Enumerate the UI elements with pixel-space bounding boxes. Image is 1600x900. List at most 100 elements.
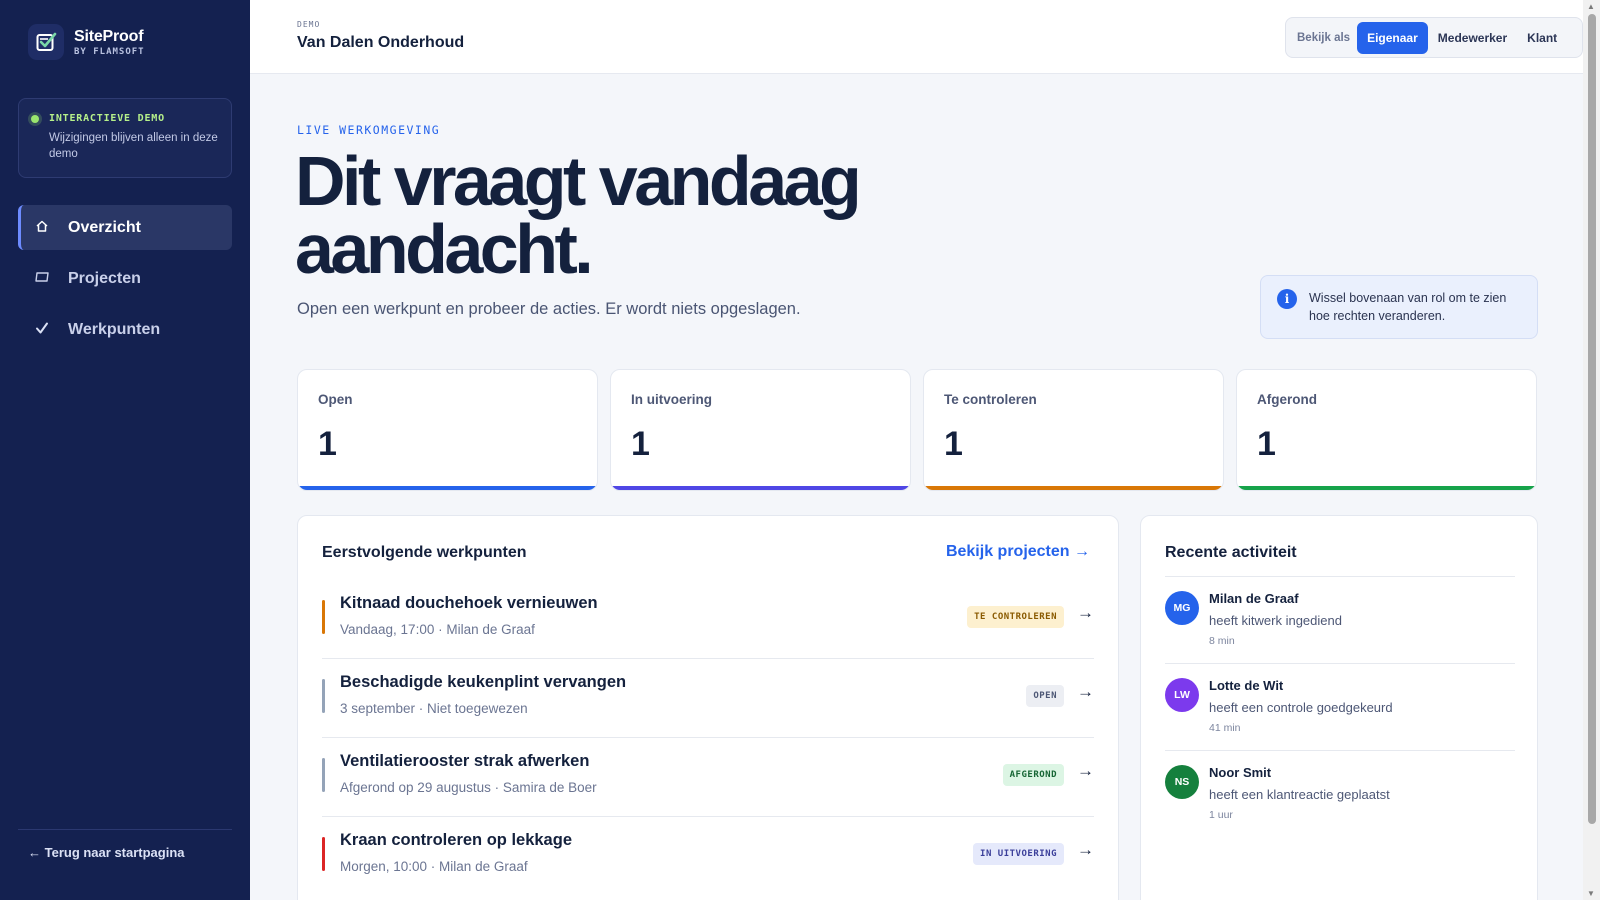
- stat-accent-bar: [924, 486, 1223, 490]
- sidebar-divider: [18, 829, 232, 830]
- stat-value: 1: [944, 425, 963, 463]
- avatar: MG: [1165, 591, 1199, 625]
- task-meta: Morgen, 10:00 · Milan de Graaf: [340, 859, 528, 874]
- demo-notice-text: Wijzigingen blijven alleen in deze demo: [49, 132, 218, 160]
- activity-time: 41 min: [1209, 722, 1241, 734]
- sidebar-item-werkpunten[interactable]: Werkpunten: [18, 307, 232, 352]
- avatar: LW: [1165, 678, 1199, 712]
- demo-notice-title: INTERACTIEVE DEMO: [49, 113, 165, 124]
- siteproof-logo-icon: [28, 24, 64, 60]
- stat-card-in-uitvoering[interactable]: In uitvoering 1: [610, 369, 911, 491]
- activity-time: 1 uur: [1209, 809, 1233, 821]
- panel-title: Recente activiteit: [1165, 544, 1297, 561]
- task-priority-bar: [322, 600, 325, 634]
- task-title: Kitnaad douchehoek vernieuwen: [340, 594, 598, 612]
- stat-label: Te controleren: [944, 392, 1037, 407]
- task-row[interactable]: Beschadigde keukenplint vervangen 3 sept…: [322, 659, 1094, 738]
- top-header: DEMO Van Dalen Onderhoud Bekijk als Eige…: [250, 0, 1583, 74]
- status-badge: AFGEROND: [1002, 764, 1064, 786]
- task-meta: Vandaag, 17:00 · Milan de Graaf: [340, 622, 535, 637]
- activity-time: 8 min: [1209, 635, 1235, 647]
- stat-accent-bar: [611, 486, 910, 490]
- sidebar-item-projecten[interactable]: Projecten: [18, 256, 232, 301]
- role-switcher: Bekijk als Eigenaar Medewerker Klant: [1285, 17, 1583, 58]
- hero-subtitle: Open een werkpunt en probeer de acties. …: [297, 300, 801, 318]
- stat-value: 1: [631, 425, 650, 463]
- brand[interactable]: SiteProof BY FLAMSOFT: [28, 24, 145, 60]
- page-scrollbar[interactable]: ▲ ▼: [1583, 0, 1600, 900]
- brand-subtitle: BY FLAMSOFT: [74, 46, 145, 57]
- stat-value: 1: [318, 425, 337, 463]
- sidebar: SiteProof BY FLAMSOFT INTERACTIEVE DEMO …: [0, 0, 250, 900]
- sidebar-item-label: Overzicht: [68, 218, 141, 236]
- task-title: Beschadigde keukenplint vervangen: [340, 673, 627, 691]
- check-icon: [34, 321, 50, 338]
- stat-label: In uitvoering: [631, 392, 712, 407]
- role-medewerker-button[interactable]: Medewerker: [1428, 22, 1517, 54]
- activity-description: heeft een klantreactie geplaatst: [1209, 787, 1390, 802]
- panel-title: Eerstvolgende werkpunten: [322, 544, 527, 561]
- scroll-up-icon[interactable]: ▲: [1587, 2, 1595, 11]
- task-row[interactable]: Kitnaad douchehoek vernieuwen Vandaag, 1…: [322, 580, 1094, 659]
- role-info-text: Wissel bovenaan van rol om te zien hoe r…: [1309, 291, 1507, 323]
- task-title: Ventilatierooster strak afwerken: [340, 752, 590, 770]
- arrow-right-icon[interactable]: →: [1077, 761, 1094, 781]
- task-title: Kraan controleren op lekkage: [340, 831, 572, 849]
- stat-value: 1: [1257, 425, 1276, 463]
- sidebar-item-label: Werkpunten: [68, 320, 161, 338]
- task-meta: Afgerond op 29 augustus · Samira de Boer: [340, 780, 597, 795]
- task-priority-bar: [322, 679, 325, 713]
- status-badge: OPEN: [1026, 685, 1064, 707]
- arrow-right-icon[interactable]: →: [1077, 682, 1094, 702]
- role-eigenaar-button[interactable]: Eigenaar: [1357, 21, 1428, 54]
- activity-item: MG Milan de Graaf heeft kitwerk ingedien…: [1165, 577, 1515, 663]
- sidebar-nav: Overzicht Projecten Werkpunten: [18, 205, 232, 358]
- stat-accent-bar: [298, 486, 597, 490]
- hero-title-line: Dit vraagt vandaag: [295, 142, 862, 220]
- role-switcher-label: Bekijk als: [1297, 31, 1351, 44]
- avatar: NS: [1165, 765, 1199, 799]
- workspace-title: Van Dalen Onderhoud: [297, 34, 465, 51]
- upcoming-tasks-panel: Eerstvolgende werkpunten Bekijk projecte…: [297, 515, 1119, 900]
- stat-label: Afgerond: [1257, 392, 1317, 407]
- arrow-right-icon[interactable]: →: [1077, 840, 1094, 860]
- status-badge: IN UITVOERING: [973, 843, 1064, 865]
- activity-item: LW Lotte de Wit heeft een controle goedg…: [1165, 664, 1515, 750]
- task-meta: 3 september · Niet toegewezen: [340, 701, 528, 716]
- scrollbar-thumb[interactable]: [1588, 14, 1596, 824]
- arrow-right-icon[interactable]: →: [1077, 603, 1094, 623]
- back-to-home-link[interactable]: ← Terug naar startpagina: [28, 845, 185, 860]
- recent-activity-panel: Recente activiteit MG Milan de Graaf hee…: [1140, 515, 1538, 900]
- activity-user-name: Lotte de Wit: [1209, 678, 1284, 693]
- activity-user-name: Milan de Graaf: [1209, 591, 1299, 606]
- task-row[interactable]: Ventilatierooster strak afwerken Afgeron…: [322, 738, 1094, 817]
- demo-notice: INTERACTIEVE DEMO Wijzigingen blijven al…: [18, 98, 232, 178]
- status-badge: TE CONTROLEREN: [967, 606, 1064, 628]
- sidebar-item-label: Projecten: [68, 269, 141, 287]
- activity-description: heeft kitwerk ingediend: [1209, 613, 1342, 628]
- stat-card-afgerond[interactable]: Afgerond 1: [1236, 369, 1537, 491]
- brand-name: SiteProof: [74, 27, 144, 45]
- stat-card-te-controleren[interactable]: Te controleren 1: [923, 369, 1224, 491]
- view-projects-link[interactable]: Bekijk projecten →: [946, 543, 1090, 561]
- hero-title-line: aandacht.: [295, 210, 594, 288]
- header-eyebrow: DEMO: [297, 20, 321, 29]
- activity-description: heeft een controle goedgekeurd: [1209, 700, 1393, 715]
- role-klant-button[interactable]: Klant: [1517, 22, 1567, 54]
- stat-card-open[interactable]: Open 1: [297, 369, 598, 491]
- folder-icon: [34, 270, 50, 287]
- hero-title: Dit vraagt vandaag aandacht.: [295, 146, 995, 284]
- activity-item: NS Noor Smit heeft een klantreactie gepl…: [1165, 751, 1515, 837]
- status-dot-icon: [31, 114, 39, 123]
- sidebar-item-overzicht[interactable]: Overzicht: [18, 205, 232, 250]
- stat-accent-bar: [1237, 486, 1536, 490]
- info-icon: i: [1277, 289, 1297, 309]
- role-info-callout: i Wissel bovenaan van rol om te zien hoe…: [1260, 275, 1538, 339]
- stat-label: Open: [318, 392, 353, 407]
- scroll-down-icon[interactable]: ▼: [1587, 889, 1595, 898]
- task-row[interactable]: Kraan controleren op lekkage Morgen, 10:…: [322, 817, 1094, 896]
- task-priority-bar: [322, 758, 325, 792]
- hero-eyebrow: LIVE WERKOMGEVING: [297, 123, 441, 137]
- home-icon: [34, 219, 50, 236]
- activity-user-name: Noor Smit: [1209, 765, 1272, 780]
